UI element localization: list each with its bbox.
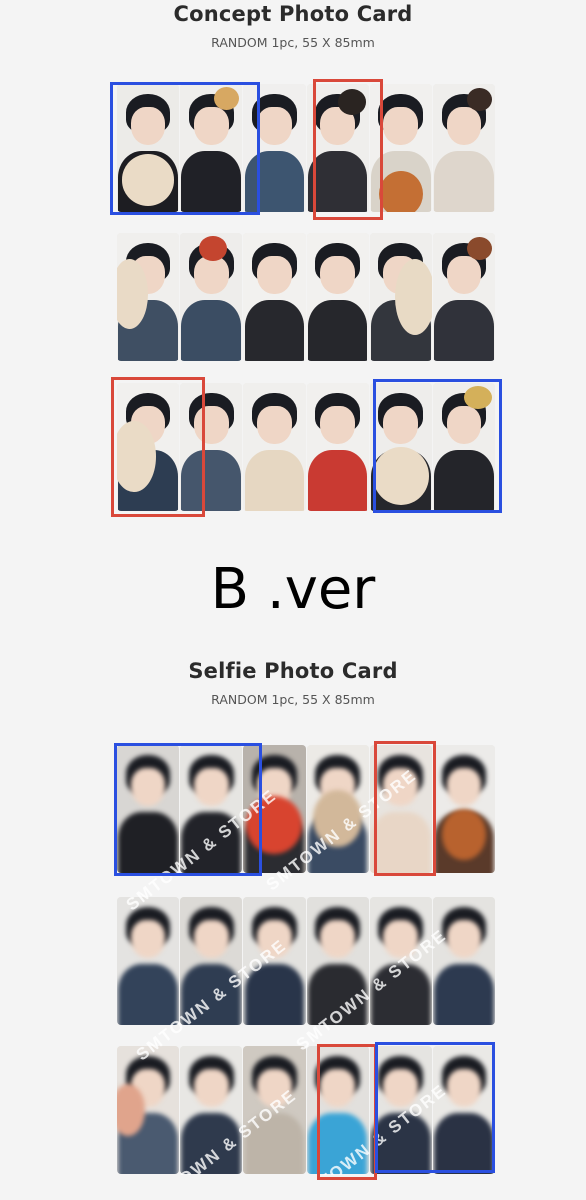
photo-card	[117, 383, 180, 511]
selfie-card-row-2	[117, 897, 496, 1025]
photo-card	[180, 233, 243, 361]
concept-card-row-1	[117, 84, 496, 212]
photo-card	[432, 1046, 496, 1174]
photo-card	[306, 383, 369, 511]
photo-card	[432, 84, 496, 212]
photo-card	[243, 233, 306, 361]
selfie-card-row-3	[117, 1046, 496, 1174]
photo-card	[432, 745, 496, 873]
photo-card	[243, 745, 306, 873]
photo-card	[180, 745, 243, 873]
photo-card	[369, 745, 432, 873]
photo-card	[306, 233, 369, 361]
photo-card	[180, 1046, 243, 1174]
photo-card	[369, 1046, 432, 1174]
photo-card	[432, 897, 496, 1025]
photo-card	[243, 897, 306, 1025]
photo-card	[243, 84, 306, 212]
photo-card	[369, 84, 432, 212]
photo-card	[432, 383, 496, 511]
concept-card-row-3	[117, 383, 496, 511]
concept-section-title: Concept Photo Card	[173, 2, 413, 26]
selfie-card-row-1	[117, 745, 496, 873]
selfie-section-title: Selfie Photo Card	[188, 659, 398, 683]
photo-card	[306, 897, 369, 1025]
photo-card	[117, 897, 180, 1025]
photo-card	[117, 233, 180, 361]
photo-card	[306, 745, 369, 873]
photo-card	[369, 383, 432, 511]
photo-card	[432, 233, 496, 361]
photo-card	[306, 84, 369, 212]
photo-card	[117, 1046, 180, 1174]
photo-card	[243, 1046, 306, 1174]
photo-card	[180, 897, 243, 1025]
photo-card	[117, 84, 180, 212]
selfie-section-subtitle: RANDOM 1pc, 55 X 85mm	[211, 692, 375, 707]
concept-card-row-2	[117, 233, 496, 361]
photo-card	[369, 233, 432, 361]
photo-card	[180, 84, 243, 212]
concept-section-subtitle: RANDOM 1pc, 55 X 85mm	[211, 35, 375, 50]
photo-card	[243, 383, 306, 511]
photo-card	[117, 745, 180, 873]
photo-card	[369, 897, 432, 1025]
photo-card	[306, 1046, 369, 1174]
photo-card	[180, 383, 243, 511]
version-label: B .ver	[210, 557, 376, 622]
